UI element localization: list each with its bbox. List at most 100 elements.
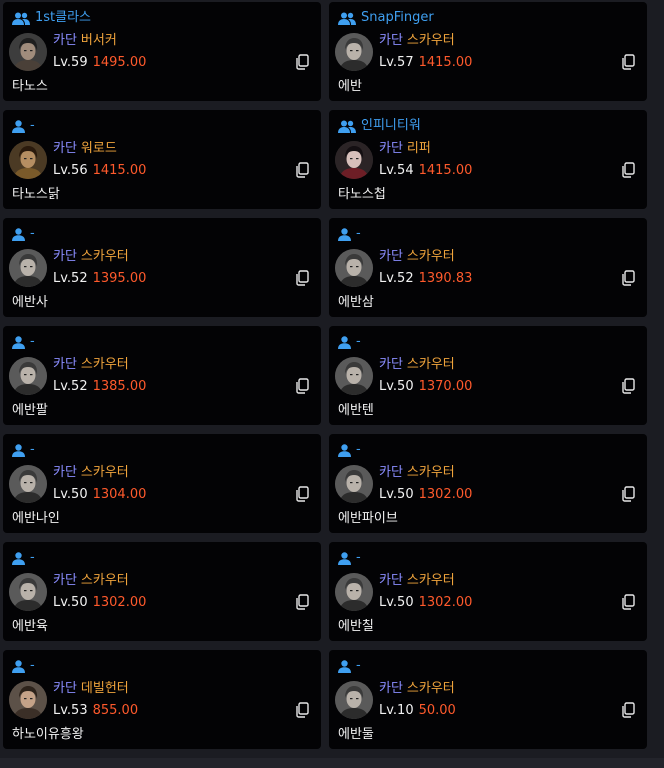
level-row: Lv.50 1302.00 xyxy=(379,487,472,503)
character-card[interactable]: - 카단 스카우터 Lv.10 50.00 에반둘 xyxy=(329,650,647,749)
copy-icon[interactable] xyxy=(295,162,309,178)
guild-name[interactable]: - xyxy=(30,226,35,242)
character-name[interactable]: 타노스첩 xyxy=(338,187,386,203)
copy-icon[interactable] xyxy=(621,594,635,610)
character-name[interactable]: 하노이유흥왕 xyxy=(12,727,84,743)
character-card[interactable]: - 카단 데빌헌터 Lv.53 855.00 하노이유흥왕 xyxy=(3,650,321,749)
subclass-name: 스카우터 xyxy=(406,573,455,588)
copy-icon[interactable] xyxy=(295,378,309,394)
subclass-name: 스카우터 xyxy=(80,573,129,588)
character-level: Lv.56 xyxy=(53,163,88,178)
character-card[interactable]: - 카단 스카우터 Lv.52 1395.00 에반사 xyxy=(3,218,321,317)
character-name[interactable]: 에반나인 xyxy=(12,511,60,527)
copy-icon[interactable] xyxy=(295,702,309,718)
item-level-score: 1385.00 xyxy=(92,379,147,394)
server-name: 카단 xyxy=(379,33,403,48)
server-name: 카단 xyxy=(53,141,77,156)
copy-icon[interactable] xyxy=(621,270,635,286)
subclass-name: 스카우터 xyxy=(80,465,129,480)
guild-row: - xyxy=(12,658,35,674)
character-name[interactable]: 에반칠 xyxy=(338,619,374,635)
subclass-name: 데빌헌터 xyxy=(80,681,129,696)
character-card[interactable]: - 카단 스카우터 Lv.50 1302.00 에반육 xyxy=(3,542,321,641)
guild-name[interactable]: - xyxy=(30,118,35,134)
guild-name[interactable]: - xyxy=(356,550,361,566)
character-level: Lv.57 xyxy=(379,55,414,70)
class-row: 카단 스카우터 xyxy=(53,357,129,373)
character-name[interactable]: 타노스 xyxy=(12,79,48,95)
server-name: 카단 xyxy=(379,141,403,156)
character-name[interactable]: 에반둘 xyxy=(338,727,374,743)
character-card[interactable]: - 카단 스카우터 Lv.50 1370.00 에반텐 xyxy=(329,326,647,425)
guild-name[interactable]: - xyxy=(356,334,361,350)
copy-icon[interactable] xyxy=(295,594,309,610)
character-name[interactable]: 에반팔 xyxy=(12,403,48,419)
guild-name[interactable]: 1st클라스 xyxy=(35,10,91,26)
guild-row: 1st클라스 xyxy=(12,10,91,26)
guild-name[interactable]: - xyxy=(30,334,35,350)
character-name[interactable]: 타노스닭 xyxy=(12,187,60,203)
guild-name[interactable]: - xyxy=(356,442,361,458)
character-level: Lv.59 xyxy=(53,55,88,70)
guild-name[interactable]: - xyxy=(356,658,361,674)
guild-row: - xyxy=(338,550,361,566)
character-name[interactable]: 에반사 xyxy=(12,295,48,311)
guild-row: - xyxy=(12,118,35,134)
character-card[interactable]: 1st클라스 카단 버서커 Lv.59 1495.00 타노스 xyxy=(3,2,321,101)
character-level: Lv.10 xyxy=(379,703,414,718)
item-level-score: 1495.00 xyxy=(92,55,147,70)
warlord-avatar-icon xyxy=(9,141,47,179)
scouter-avatar-icon xyxy=(335,573,373,611)
character-name[interactable]: 에반삼 xyxy=(338,295,374,311)
guild-row: - xyxy=(338,442,361,458)
subclass-name: 스카우터 xyxy=(406,465,455,480)
copy-icon[interactable] xyxy=(295,54,309,70)
server-name: 카단 xyxy=(53,681,77,696)
level-row: Lv.57 1415.00 xyxy=(379,55,472,71)
character-level: Lv.50 xyxy=(53,487,88,502)
character-card[interactable]: SnapFinger 카단 스카우터 Lv.57 1415.00 에반 xyxy=(329,2,647,101)
copy-icon[interactable] xyxy=(621,702,635,718)
character-card[interactable]: - 카단 스카우터 Lv.50 1304.00 에반나인 xyxy=(3,434,321,533)
copy-icon[interactable] xyxy=(621,54,635,70)
level-row: Lv.52 1390.83 xyxy=(379,271,472,287)
copy-icon[interactable] xyxy=(295,270,309,286)
subclass-name: 버서커 xyxy=(80,33,117,48)
copy-icon[interactable] xyxy=(621,162,635,178)
subclass-name: 스카우터 xyxy=(406,33,455,48)
guild-name[interactable]: SnapFinger xyxy=(361,10,434,26)
person-icon xyxy=(12,335,25,349)
copy-icon[interactable] xyxy=(621,486,635,502)
character-card[interactable]: - 카단 스카우터 Lv.50 1302.00 에반칠 xyxy=(329,542,647,641)
character-level: Lv.54 xyxy=(379,163,414,178)
person-icon xyxy=(12,227,25,241)
scouter-avatar-icon xyxy=(9,249,47,287)
item-level-score: 1302.00 xyxy=(418,595,473,610)
person-icon xyxy=(12,659,25,673)
character-level: Lv.50 xyxy=(379,487,414,502)
class-row: 카단 데빌헌터 xyxy=(53,681,129,697)
person-icon xyxy=(338,659,351,673)
server-name: 카단 xyxy=(53,465,77,480)
character-name[interactable]: 에반육 xyxy=(12,619,48,635)
character-name[interactable]: 에반파이브 xyxy=(338,511,398,527)
guild-name[interactable]: - xyxy=(356,226,361,242)
guild-name[interactable]: - xyxy=(30,658,35,674)
character-card[interactable]: 인피니티워 카단 리퍼 Lv.54 1415.00 타노스첩 xyxy=(329,110,647,209)
person-icon xyxy=(338,443,351,457)
copy-icon[interactable] xyxy=(295,486,309,502)
copy-icon[interactable] xyxy=(621,378,635,394)
character-card[interactable]: - 카단 스카우터 Lv.50 1302.00 에반파이브 xyxy=(329,434,647,533)
guild-name[interactable]: - xyxy=(30,550,35,566)
bottom-scroll-area xyxy=(0,758,664,768)
person-icon xyxy=(12,551,25,565)
character-card[interactable]: - 카단 스카우터 Lv.52 1390.83 에반삼 xyxy=(329,218,647,317)
character-card[interactable]: - 카단 워로드 Lv.56 1415.00 타노스닭 xyxy=(3,110,321,209)
guild-name[interactable]: - xyxy=(30,442,35,458)
guild-name[interactable]: 인피니티워 xyxy=(361,118,421,134)
character-name[interactable]: 에반텐 xyxy=(338,403,374,419)
scouter-avatar-icon xyxy=(9,573,47,611)
character-card[interactable]: - 카단 스카우터 Lv.52 1385.00 에반팔 xyxy=(3,326,321,425)
character-name[interactable]: 에반 xyxy=(338,79,362,95)
character-level: Lv.52 xyxy=(379,271,414,286)
